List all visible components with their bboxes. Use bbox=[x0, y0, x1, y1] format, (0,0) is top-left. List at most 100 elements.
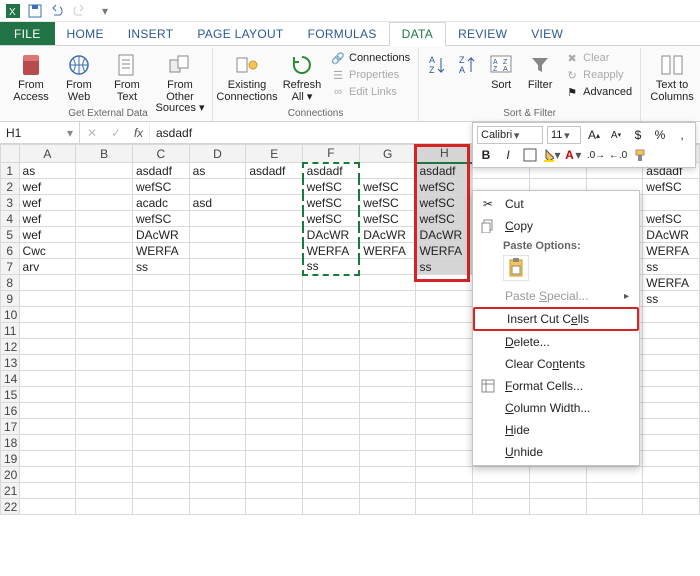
cell-E3[interactable] bbox=[246, 195, 303, 211]
cell-E14[interactable] bbox=[246, 371, 303, 387]
cell-D4[interactable] bbox=[189, 211, 246, 227]
col-header-F[interactable]: F bbox=[303, 145, 360, 163]
sort-za-button[interactable]: ZA bbox=[455, 48, 479, 78]
cell-F19[interactable] bbox=[303, 451, 360, 467]
cell-C20[interactable] bbox=[132, 467, 189, 483]
cell-D6[interactable] bbox=[189, 243, 246, 259]
font-color-icon[interactable]: A▾ bbox=[565, 146, 583, 164]
cell-B10[interactable] bbox=[76, 307, 133, 323]
cell-D11[interactable] bbox=[189, 323, 246, 339]
cell-G4[interactable]: wefSC bbox=[359, 211, 416, 227]
cell-D2[interactable] bbox=[189, 179, 246, 195]
cell-A22[interactable] bbox=[19, 499, 76, 515]
cell-F9[interactable] bbox=[303, 291, 360, 307]
cell-C9[interactable] bbox=[132, 291, 189, 307]
cell-H11[interactable] bbox=[416, 323, 473, 339]
cell-L13[interactable] bbox=[643, 355, 700, 371]
cell-K22[interactable] bbox=[586, 499, 643, 515]
cell-B11[interactable] bbox=[76, 323, 133, 339]
cell-L8[interactable]: WERFA bbox=[643, 275, 700, 291]
row-header-10[interactable]: 10 bbox=[1, 307, 20, 323]
cell-A18[interactable] bbox=[19, 435, 76, 451]
cell-F7[interactable]: ss bbox=[303, 259, 360, 275]
cell-E19[interactable] bbox=[246, 451, 303, 467]
cell-G11[interactable] bbox=[359, 323, 416, 339]
cell-G21[interactable] bbox=[359, 483, 416, 499]
cell-G22[interactable] bbox=[359, 499, 416, 515]
cell-L16[interactable] bbox=[643, 403, 700, 419]
tab-home[interactable]: HOME bbox=[55, 22, 116, 45]
cell-L11[interactable] bbox=[643, 323, 700, 339]
row-header-16[interactable]: 16 bbox=[1, 403, 20, 419]
cell-E13[interactable] bbox=[246, 355, 303, 371]
row-header-19[interactable]: 19 bbox=[1, 451, 20, 467]
cell-A10[interactable] bbox=[19, 307, 76, 323]
cell-H8[interactable] bbox=[416, 275, 473, 291]
col-header-H[interactable]: H bbox=[416, 145, 473, 163]
cell-B21[interactable] bbox=[76, 483, 133, 499]
decrease-font-icon[interactable]: A▾ bbox=[607, 126, 625, 144]
reapply-item[interactable]: ↻Reapply bbox=[563, 67, 634, 83]
cell-C2[interactable]: wefSC bbox=[132, 179, 189, 195]
cell-G14[interactable] bbox=[359, 371, 416, 387]
refresh-all-button[interactable]: Refresh All ▾ bbox=[281, 48, 323, 103]
cell-A7[interactable]: arv bbox=[19, 259, 76, 275]
cell-A21[interactable] bbox=[19, 483, 76, 499]
row-header-14[interactable]: 14 bbox=[1, 371, 20, 387]
cell-G7[interactable] bbox=[359, 259, 416, 275]
row-header-7[interactable]: 7 bbox=[1, 259, 20, 275]
decrease-decimal-icon[interactable]: ←.0 bbox=[609, 146, 627, 164]
cell-H20[interactable] bbox=[416, 467, 473, 483]
cell-A5[interactable]: wef bbox=[19, 227, 76, 243]
cell-B5[interactable] bbox=[76, 227, 133, 243]
connections-item[interactable]: 🔗Connections bbox=[329, 50, 412, 66]
cell-F5[interactable]: DAcWR bbox=[303, 227, 360, 243]
row-header-9[interactable]: 9 bbox=[1, 291, 20, 307]
cell-H10[interactable] bbox=[416, 307, 473, 323]
cell-L17[interactable] bbox=[643, 419, 700, 435]
cell-B8[interactable] bbox=[76, 275, 133, 291]
from-web-button[interactable]: From Web bbox=[58, 48, 100, 103]
cell-G13[interactable] bbox=[359, 355, 416, 371]
cell-C10[interactable] bbox=[132, 307, 189, 323]
cell-H6[interactable]: WERFA bbox=[416, 243, 473, 259]
cell-D3[interactable]: asd bbox=[189, 195, 246, 211]
col-header-G[interactable]: G bbox=[359, 145, 416, 163]
cell-L3[interactable] bbox=[643, 195, 700, 211]
cell-B3[interactable] bbox=[76, 195, 133, 211]
cell-F16[interactable] bbox=[303, 403, 360, 419]
cell-A6[interactable]: Cwc bbox=[19, 243, 76, 259]
cell-L10[interactable] bbox=[643, 307, 700, 323]
cell-A15[interactable] bbox=[19, 387, 76, 403]
cell-G6[interactable]: WERFA bbox=[359, 243, 416, 259]
cell-B16[interactable] bbox=[76, 403, 133, 419]
save-icon[interactable] bbox=[28, 4, 42, 18]
cell-H4[interactable]: wefSC bbox=[416, 211, 473, 227]
existing-connections-button[interactable]: Existing Connections bbox=[219, 48, 275, 103]
cell-H3[interactable]: wefSC bbox=[416, 195, 473, 211]
cell-A3[interactable]: wef bbox=[19, 195, 76, 211]
row-header-20[interactable]: 20 bbox=[1, 467, 20, 483]
cell-G3[interactable]: wefSC bbox=[359, 195, 416, 211]
cell-F13[interactable] bbox=[303, 355, 360, 371]
ctx-unhide[interactable]: Unhide bbox=[473, 441, 639, 463]
cell-I22[interactable] bbox=[473, 499, 530, 515]
row-header-18[interactable]: 18 bbox=[1, 435, 20, 451]
cell-H14[interactable] bbox=[416, 371, 473, 387]
cell-B7[interactable] bbox=[76, 259, 133, 275]
cell-B14[interactable] bbox=[76, 371, 133, 387]
edit-links-item[interactable]: ∞Edit Links bbox=[329, 84, 412, 100]
row-header-8[interactable]: 8 bbox=[1, 275, 20, 291]
cell-D22[interactable] bbox=[189, 499, 246, 515]
cell-H16[interactable] bbox=[416, 403, 473, 419]
tab-review[interactable]: REVIEW bbox=[446, 22, 519, 45]
cell-H15[interactable] bbox=[416, 387, 473, 403]
cell-F22[interactable] bbox=[303, 499, 360, 515]
cell-C5[interactable]: DAcWR bbox=[132, 227, 189, 243]
row-header-13[interactable]: 13 bbox=[1, 355, 20, 371]
cell-B2[interactable] bbox=[76, 179, 133, 195]
row-header-12[interactable]: 12 bbox=[1, 339, 20, 355]
cell-A9[interactable] bbox=[19, 291, 76, 307]
cell-L4[interactable]: wefSC bbox=[643, 211, 700, 227]
cell-B4[interactable] bbox=[76, 211, 133, 227]
